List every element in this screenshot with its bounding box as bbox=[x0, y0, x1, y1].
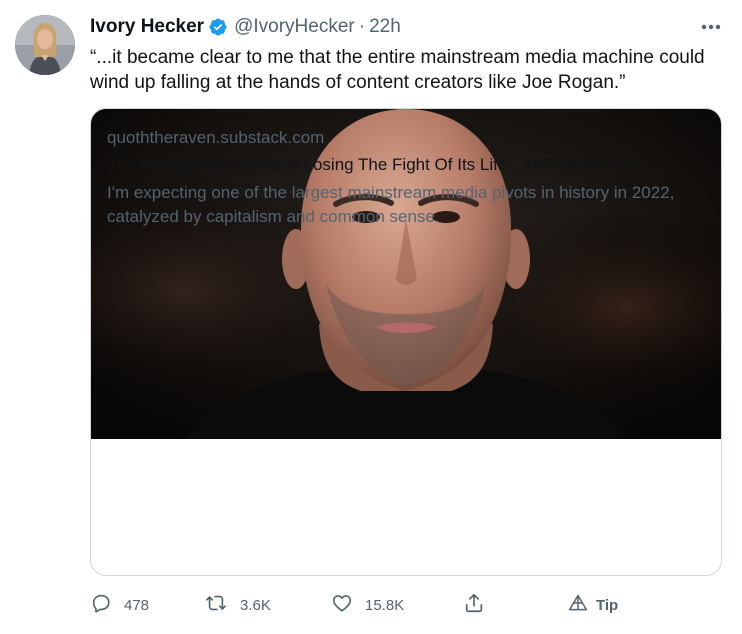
verified-badge-icon bbox=[208, 17, 228, 37]
share-button[interactable] bbox=[463, 592, 485, 618]
link-card[interactable]: quoththeraven.substack.com The Mainstrea… bbox=[90, 108, 722, 576]
link-card-domain: quoththeraven.substack.com bbox=[107, 128, 325, 147]
tweet-header: Ivory Hecker @IvoryHecker · 22h bbox=[90, 16, 401, 38]
tip-label: Tip bbox=[596, 596, 619, 614]
heart-icon bbox=[331, 592, 353, 618]
retweet-button[interactable]: 3.6K bbox=[204, 592, 271, 618]
tip-icon bbox=[568, 593, 588, 617]
like-count: 15.8K bbox=[365, 596, 405, 614]
link-card-description: I'm expecting one of the largest mainstr… bbox=[107, 183, 675, 226]
link-card-title: The Mainstream Media Is Losing The Fight… bbox=[107, 155, 651, 174]
tweet-text: “...it became clear to me that the entir… bbox=[90, 47, 705, 93]
avatar-image bbox=[15, 15, 75, 75]
reply-button[interactable]: 478 bbox=[90, 592, 149, 618]
retweet-icon bbox=[204, 592, 228, 618]
tip-button[interactable]: Tip bbox=[568, 592, 618, 618]
tweet[interactable]: Ivory Hecker @IvoryHecker · 22h “...it b… bbox=[0, 0, 742, 634]
like-button[interactable]: 15.8K bbox=[331, 592, 404, 618]
more-icon[interactable] bbox=[696, 14, 726, 40]
tweet-timestamp[interactable]: 22h bbox=[369, 16, 401, 38]
share-icon bbox=[463, 592, 485, 618]
retweet-count: 3.6K bbox=[240, 596, 271, 614]
author-handle[interactable]: @IvoryHecker bbox=[234, 16, 355, 38]
avatar[interactable] bbox=[15, 15, 75, 75]
tweet-actions: 478 3.6K 15.8K Tip bbox=[90, 592, 730, 618]
reply-icon bbox=[90, 592, 112, 618]
separator-dot: · bbox=[358, 16, 366, 37]
author-display-name[interactable]: Ivory Hecker bbox=[90, 16, 204, 38]
reply-count: 478 bbox=[124, 596, 150, 614]
